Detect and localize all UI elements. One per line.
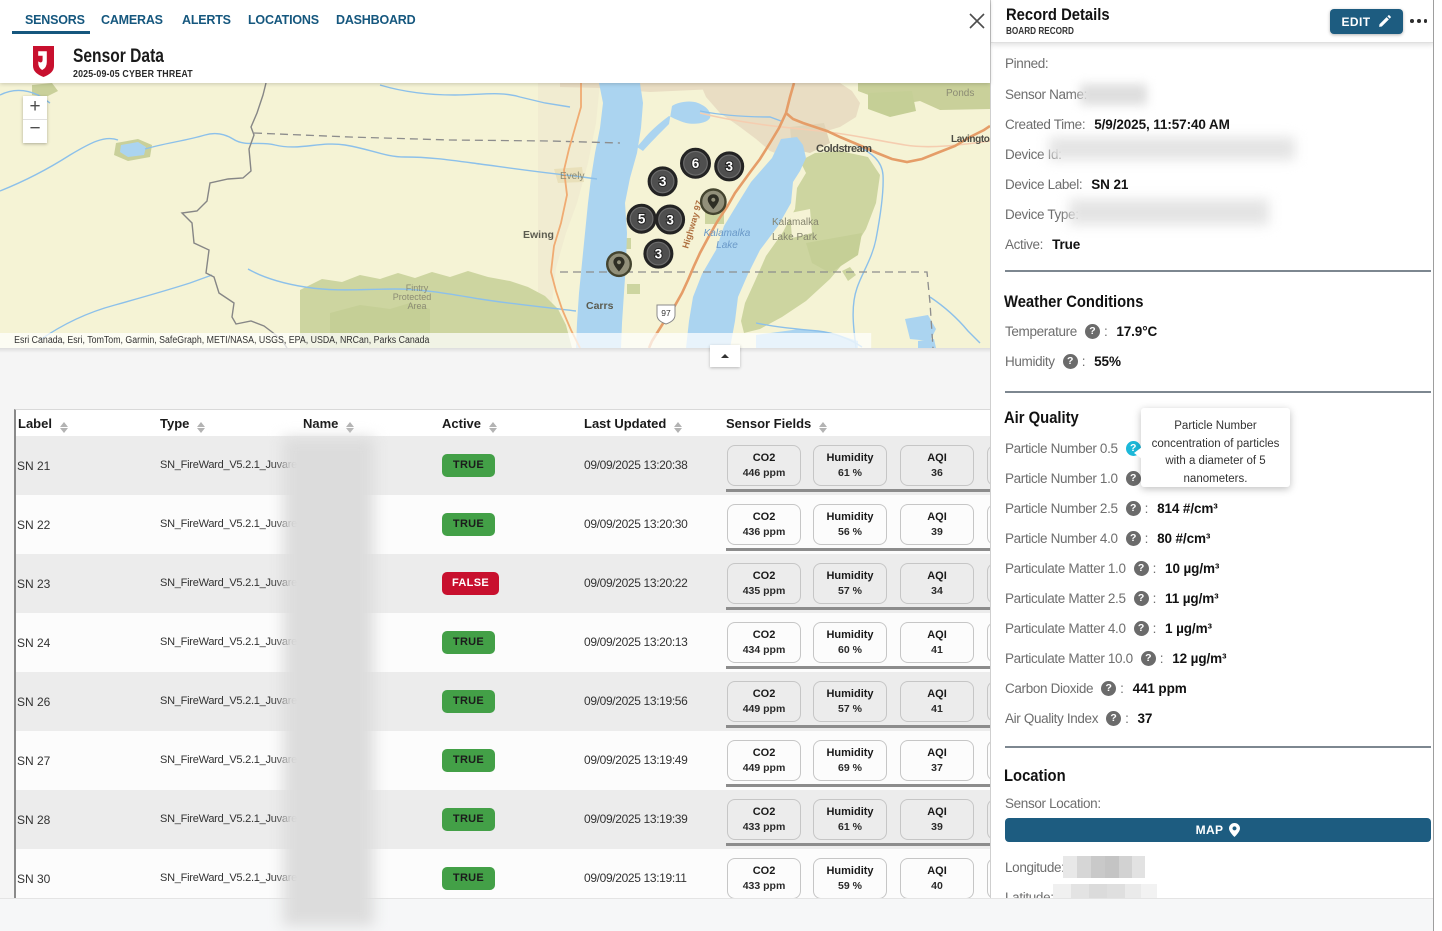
svg-text:3: 3 — [666, 212, 674, 227]
svg-text:3: 3 — [659, 174, 667, 189]
svg-text:Lake Park: Lake Park — [772, 232, 818, 243]
svg-text:Lake: Lake — [716, 240, 738, 251]
svg-text:Coldstream: Coldstream — [816, 143, 872, 155]
svg-text:3: 3 — [655, 246, 663, 261]
svg-text:Carrs: Carrs — [586, 300, 614, 312]
svg-text:Kalamalka: Kalamalka — [704, 228, 751, 239]
svg-text:6: 6 — [692, 156, 700, 171]
svg-text:Evely: Evely — [560, 171, 584, 182]
svg-text:Ponds: Ponds — [946, 88, 974, 99]
svg-text:5: 5 — [638, 212, 646, 227]
svg-text:97: 97 — [661, 308, 671, 318]
svg-text:Lavington: Lavington — [951, 134, 990, 145]
svg-text:Area: Area — [407, 301, 426, 311]
svg-text:3: 3 — [725, 159, 733, 174]
svg-text:Ewing: Ewing — [523, 229, 554, 241]
svg-text:Kalamalka: Kalamalka — [772, 217, 819, 228]
